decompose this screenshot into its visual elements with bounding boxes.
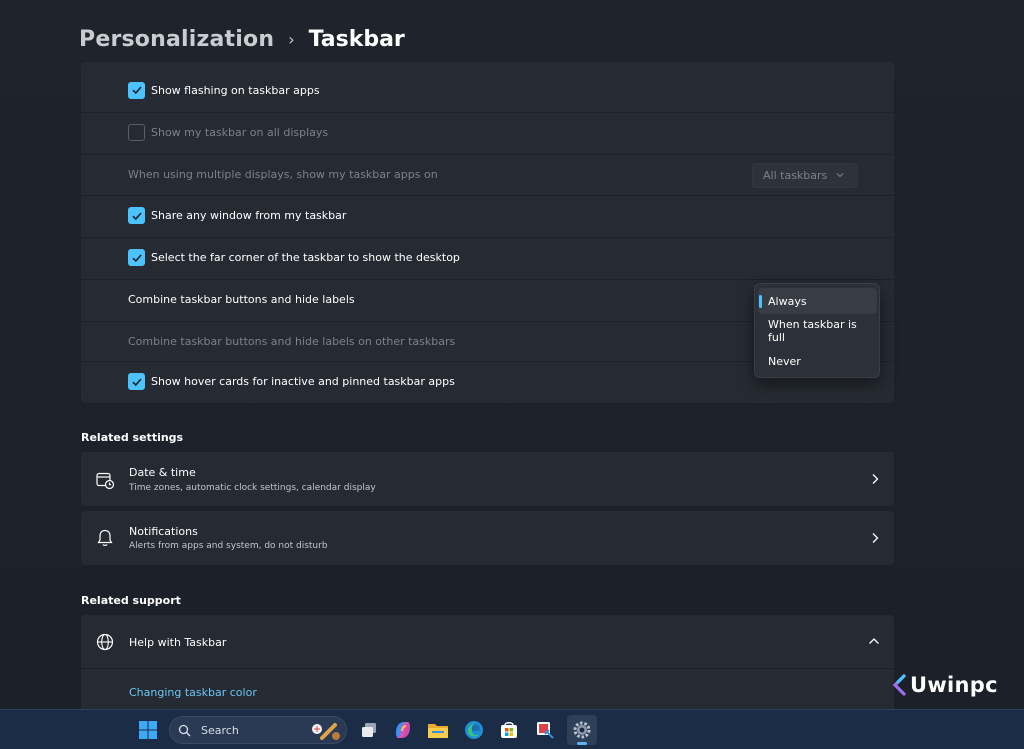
active-app-indicator <box>577 742 587 745</box>
combine-options-menu: Always When taskbar is full Never <box>754 283 880 378</box>
file-explorer-icon <box>428 724 448 738</box>
setting-label: Show hover cards for inactive and pinned… <box>151 375 455 388</box>
card-title: Notifications <box>129 525 198 538</box>
related-settings-heading: Related settings <box>81 431 184 444</box>
windows-taskbar: Search <box>0 709 1024 749</box>
dropdown-value: All taskbars <box>763 169 828 182</box>
checkbox-hover-cards[interactable] <box>128 373 145 390</box>
checkmark-icon <box>131 253 142 262</box>
setting-label: Show my taskbar on all displays <box>151 126 329 139</box>
copilot-icon <box>396 722 410 738</box>
menu-option-when-full[interactable]: When taskbar is full <box>758 318 877 344</box>
search-icon <box>178 724 191 736</box>
checkmark-icon <box>131 377 142 386</box>
setting-row-all-displays: Show my taskbar on all displays <box>81 112 894 152</box>
card-subtitle: Alerts from apps and system, do not dist… <box>129 541 328 551</box>
setting-row-flashing[interactable]: Show flashing on taskbar apps <box>81 70 894 110</box>
help-taskbar-header[interactable]: Help with Taskbar <box>81 615 894 669</box>
setting-label: Combine taskbar buttons and hide labels <box>128 293 355 306</box>
breadcrumb: Personalization › Taskbar <box>79 22 405 56</box>
menu-option-never[interactable]: Never <box>758 348 877 374</box>
setting-label: When using multiple displays, show my ta… <box>128 168 438 181</box>
checkbox-far-corner[interactable] <box>128 249 145 266</box>
page-title: Taskbar <box>308 26 405 52</box>
start-button[interactable] <box>133 715 163 745</box>
uwinpc-logo-icon <box>892 674 906 696</box>
task-view-button[interactable] <box>354 715 384 745</box>
setting-row-share-window[interactable]: Share any window from my taskbar <box>81 195 894 235</box>
breadcrumb-separator: › <box>288 29 295 49</box>
multiple-displays-dropdown: All taskbars <box>752 163 858 188</box>
card-title: Help with Taskbar <box>129 636 227 649</box>
setting-label: Show flashing on taskbar apps <box>151 83 320 97</box>
start-icon <box>139 721 157 739</box>
task-view-icon <box>362 723 376 737</box>
card-subtitle: Time zones, automatic clock settings, ca… <box>129 483 376 493</box>
bell-icon <box>97 529 113 546</box>
date-time-card[interactable]: Date & time Time zones, automatic clock … <box>81 452 894 506</box>
setting-label: Select the far corner of the taskbar to … <box>151 251 460 264</box>
globe-icon <box>96 633 114 651</box>
store-button[interactable] <box>494 715 524 745</box>
settings-window: Personalization › Taskbar Show flashing … <box>0 0 1024 709</box>
chevron-down-icon <box>836 173 844 178</box>
checkbox-share-window[interactable] <box>128 207 145 224</box>
snipping-tool-icon <box>537 722 554 739</box>
related-support-heading: Related support <box>81 594 181 607</box>
file-explorer-button[interactable] <box>423 715 453 745</box>
setting-row-far-corner[interactable]: Select the far corner of the taskbar to … <box>81 237 894 277</box>
edge-icon <box>465 721 483 739</box>
chevron-right-icon <box>872 533 879 543</box>
card-title: Date & time <box>129 466 196 479</box>
setting-label: Combine taskbar buttons and hide labels … <box>128 335 456 348</box>
calendar-clock-icon <box>96 472 115 490</box>
settings-button[interactable] <box>567 715 597 745</box>
checkbox-all-displays <box>128 124 145 141</box>
taskbar-search[interactable]: Search <box>169 716 347 744</box>
setting-label: Share any window from my taskbar <box>151 209 347 222</box>
changing-taskbar-color-link[interactable]: Changing taskbar color <box>129 686 257 699</box>
copilot-button[interactable] <box>388 715 418 745</box>
checkbox-flashing[interactable] <box>128 81 145 99</box>
store-icon <box>501 722 517 738</box>
snipping-tool-button[interactable] <box>530 715 560 745</box>
watermark: Uwinpc <box>892 670 998 700</box>
checkmark-icon <box>131 211 142 220</box>
settings-icon <box>573 721 591 739</box>
checkmark-icon <box>131 86 142 95</box>
breadcrumb-parent[interactable]: Personalization <box>79 27 274 52</box>
chevron-right-icon <box>872 474 879 484</box>
menu-option-always[interactable]: Always <box>758 288 877 314</box>
notifications-card[interactable]: Notifications Alerts from apps and syste… <box>81 511 894 565</box>
watermark-text: Uwinpc <box>910 673 998 697</box>
edge-button[interactable] <box>459 715 489 745</box>
chevron-up-icon <box>869 638 879 644</box>
search-highlight-icon <box>312 723 340 740</box>
search-label: Search <box>201 723 239 737</box>
setting-row-multiple-displays: When using multiple displays, show my ta… <box>81 154 894 194</box>
